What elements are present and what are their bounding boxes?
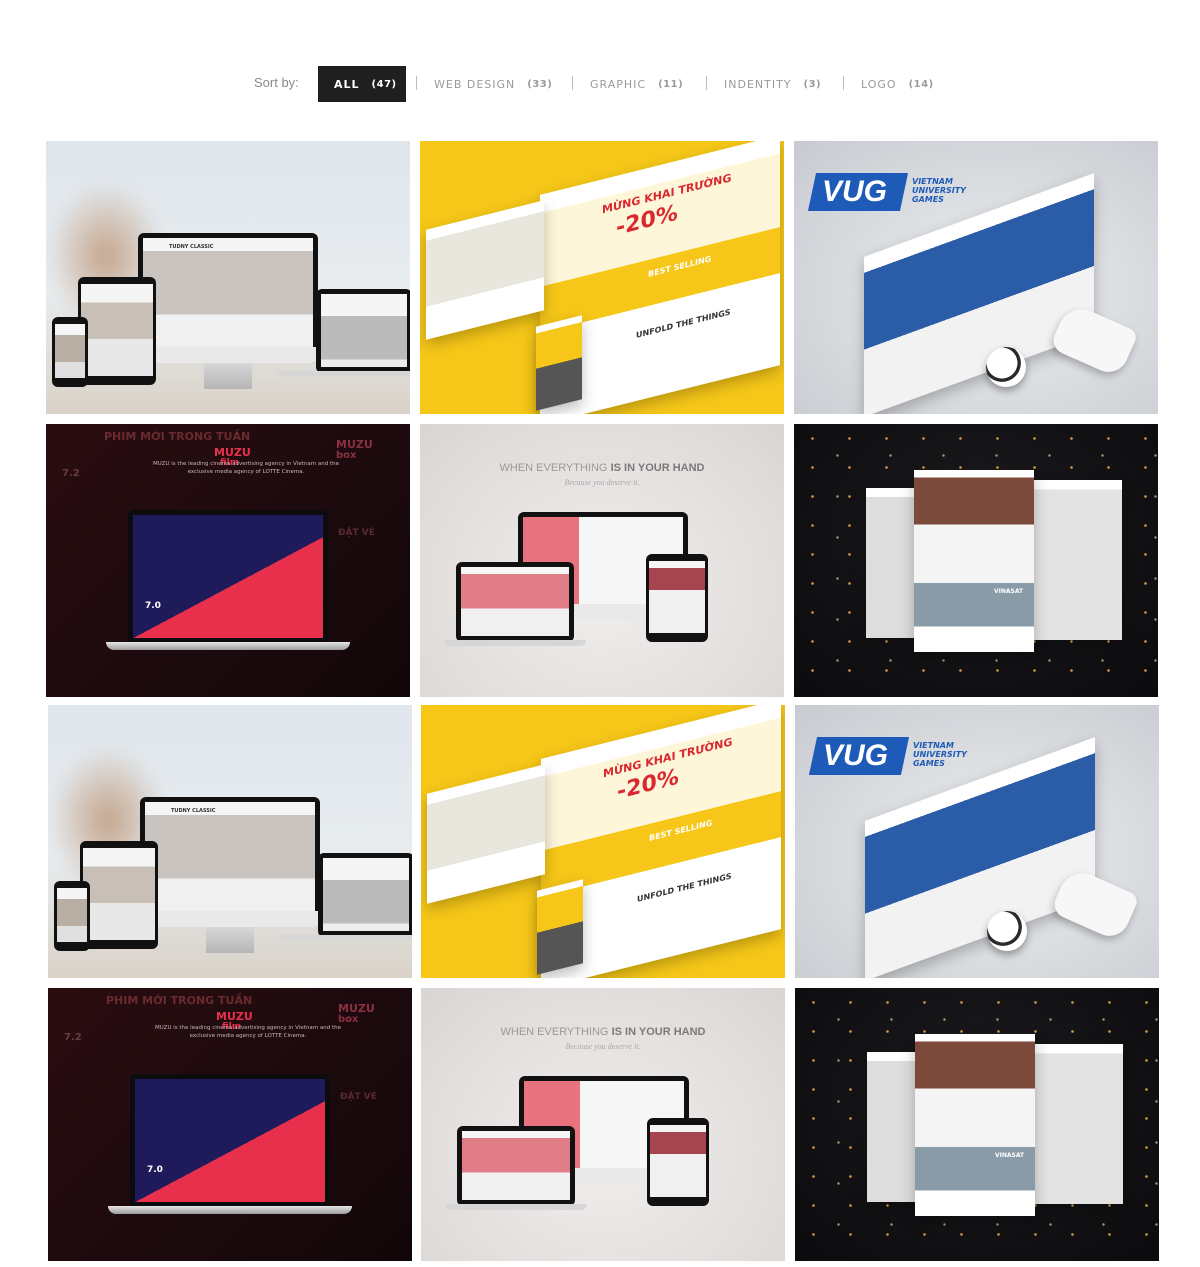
portfolio-item-responsive-fashion[interactable]: TUDNY CLASSIC	[46, 141, 410, 414]
portfolio-item-muzu[interactable]: PHIM MỚI TRONG TUẦN MUZU film MUZU box M…	[48, 988, 412, 1261]
muzu-screen-rating: 7.0	[145, 601, 161, 611]
screen-title: TUDNY CLASSIC	[169, 244, 214, 250]
tablet	[78, 277, 156, 385]
hand-heading-bold: IS IN YOUR HAND	[611, 1026, 706, 1038]
muzu-top-heading: PHIM MỚI TRONG TUẦN	[104, 430, 251, 443]
vug-logo-text: VUG	[822, 175, 888, 208]
laptop	[316, 289, 410, 373]
vug-logo-text: VUG	[823, 739, 889, 772]
hand-heading: WHEN EVERYTHING IS IN YOUR HAND	[421, 1026, 785, 1038]
laptop: 7.0	[128, 510, 328, 644]
laptop	[457, 1126, 575, 1206]
vug-logo-subtitle: VIETNAM UNIVERSITY GAMES	[912, 177, 966, 204]
portfolio-item-shoe-store[interactable]: MỪNG KHAI TRƯỜNG -20% BEST SELLING UNFOL…	[420, 141, 784, 414]
muzu-side-label: ĐẶT VÉ	[340, 1092, 377, 1102]
unfold-things: UNFOLD THE THINGS	[637, 871, 732, 904]
phone	[54, 881, 90, 951]
portfolio-item-in-your-hand[interactable]: WHEN EVERYTHING IS IN YOUR HAND Because …	[420, 424, 784, 697]
unfold-things: UNFOLD THE THINGS	[636, 307, 731, 340]
muzu-screen-rating: 7.0	[147, 1165, 163, 1175]
tablet	[80, 841, 158, 949]
mockup-page-left	[426, 200, 544, 340]
football	[986, 347, 1026, 387]
muzu-description: MUZU is the leading cinema advertising a…	[153, 461, 339, 475]
muzu-rating: 7.2	[64, 1032, 82, 1043]
portfolio-item-vug[interactable]: VUG VIETNAM UNIVERSITY GAMES	[795, 705, 1159, 978]
hand-heading: WHEN EVERYTHING IS IN YOUR HAND	[420, 462, 784, 474]
portfolio-item-vug[interactable]: VUG VIETNAM UNIVERSITY GAMES	[794, 141, 1158, 414]
mockup-phone-page	[536, 315, 582, 411]
portfolio-item-news-portal[interactable]: VINASAT	[794, 424, 1158, 697]
mockup-page-right	[1026, 480, 1122, 640]
mockup-page-center: VINASAT	[915, 1034, 1035, 1216]
tablet	[647, 1118, 709, 1206]
portfolio-item-in-your-hand[interactable]: WHEN EVERYTHING IS IN YOUR HAND Because …	[421, 988, 785, 1261]
muzu-side-label: ĐẶT VÉ	[338, 528, 375, 538]
hand-subheading: Because you deserve it.	[564, 478, 640, 487]
hand-heading-light: WHEN EVERYTHING	[500, 1026, 609, 1038]
desktop-monitor: TUDNY CLASSIC	[138, 233, 318, 363]
mockup-page-center: VINASAT	[914, 470, 1034, 652]
football	[987, 911, 1027, 951]
laptop: 7.0	[130, 1074, 330, 1208]
mockup-phone-page	[537, 879, 583, 975]
best-selling: BEST SELLING	[649, 818, 713, 843]
laptop	[456, 562, 574, 642]
portfolio-item-news-portal[interactable]: VINASAT	[795, 988, 1159, 1261]
best-selling: BEST SELLING	[648, 254, 712, 279]
hand-heading-light: WHEN EVERYTHING	[499, 462, 608, 474]
portfolio-item-responsive-fashion[interactable]: TUDNY CLASSIC	[48, 705, 412, 978]
muzu-rating: 7.2	[62, 468, 80, 479]
news-brand: VINASAT	[995, 1152, 1025, 1159]
laptop	[318, 853, 412, 937]
mockup-page-right	[1027, 1044, 1123, 1204]
screen-title: TUDNY CLASSIC	[171, 808, 216, 814]
news-brand: VINASAT	[994, 588, 1024, 595]
portfolio-grid: TUDNY CLASSIC MỪNG KHAI TRƯỜNG -20% BEST…	[0, 0, 1200, 1267]
phone	[52, 317, 88, 387]
portfolio-item-shoe-store[interactable]: MỪNG KHAI TRƯỜNG -20% BEST SELLING UNFOL…	[421, 705, 785, 978]
mockup-page-left	[427, 764, 545, 904]
tablet	[646, 554, 708, 642]
muzu-top-heading: PHIM MỚI TRONG TUẦN	[106, 994, 253, 1007]
desktop-monitor: TUDNY CLASSIC	[140, 797, 320, 927]
hand-heading-bold: IS IN YOUR HAND	[610, 462, 705, 474]
hand-subheading: Because you deserve it.	[565, 1042, 641, 1051]
muzu-description: MUZU is the leading cinema advertising a…	[155, 1025, 341, 1039]
portfolio-item-muzu[interactable]: PHIM MỚI TRONG TUẦN MUZU film MUZU box M…	[46, 424, 410, 697]
vug-logo-subtitle: VIETNAM UNIVERSITY GAMES	[913, 741, 967, 768]
